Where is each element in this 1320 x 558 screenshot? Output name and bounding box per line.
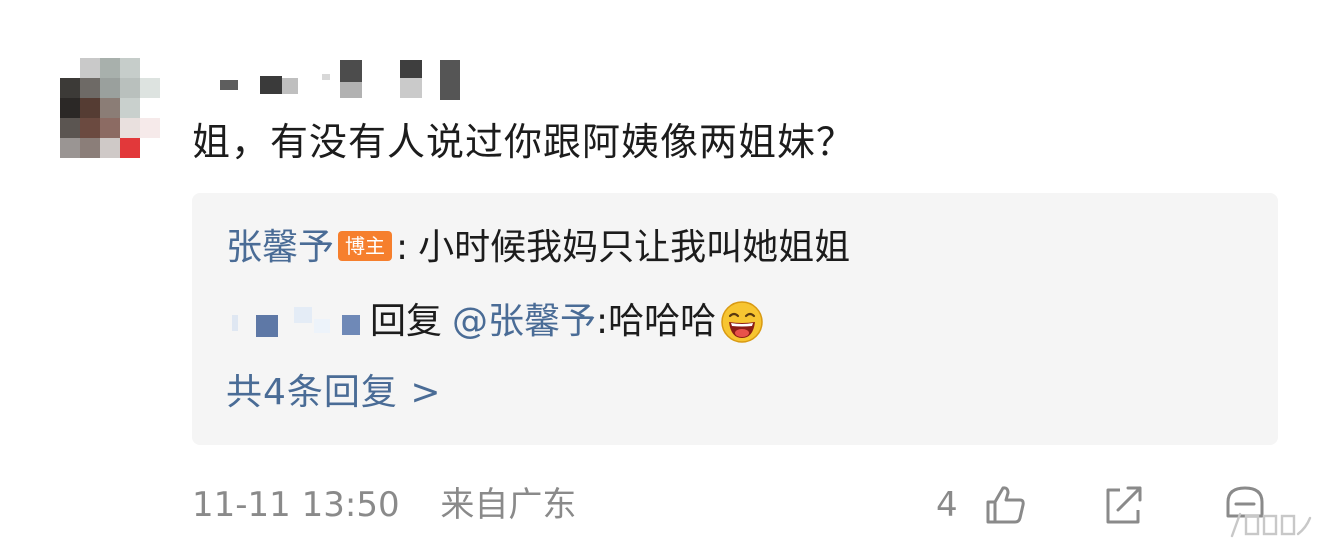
laughing-face-icon: [721, 301, 763, 343]
reply-author-link[interactable]: 张馨予: [226, 223, 334, 273]
username-blurred[interactable]: [220, 58, 470, 100]
reply-text: 小时候我妈只让我叫她姐姐: [418, 227, 851, 268]
reply-item: 回复 @张馨予 :哈哈哈: [232, 297, 764, 347]
reply-item: 张馨予 博主 : 小时候我妈只让我叫她姐姐: [226, 223, 850, 273]
comment-meta: 11-11 13:50 来自广东: [192, 482, 576, 528]
mention-link[interactable]: @张馨予: [452, 297, 596, 347]
like-count: 4: [936, 485, 958, 525]
view-all-replies-link[interactable]: 共4条回复 >: [226, 368, 442, 418]
reply-text: :哈哈哈: [596, 301, 717, 342]
timestamp: 11-11 13:50: [192, 485, 400, 525]
share-icon[interactable]: [1100, 482, 1146, 528]
watermark-logo: [1230, 512, 1312, 538]
avatar[interactable]: [60, 58, 160, 158]
reply-author-blurred[interactable]: [232, 301, 364, 343]
comment-text: 姐，有没有人说过你跟阿姨像两姐妹？: [192, 120, 856, 164]
weibo-comment-screen: 姐，有没有人说过你跟阿姨像两姐妹？ 张馨予 博主 : 小时候我妈只让我叫她姐姐 …: [0, 0, 1320, 558]
replies-panel[interactable]: 张馨予 博主 : 小时候我妈只让我叫她姐姐 回复 @张馨予 :哈哈哈 共4条回复…: [192, 193, 1278, 445]
reply-word: 回复: [370, 301, 443, 342]
reply-separator: :: [396, 227, 409, 268]
thumbs-up-icon[interactable]: [982, 482, 1028, 528]
author-badge: 博主: [338, 231, 393, 261]
location: 来自广东: [440, 485, 577, 525]
